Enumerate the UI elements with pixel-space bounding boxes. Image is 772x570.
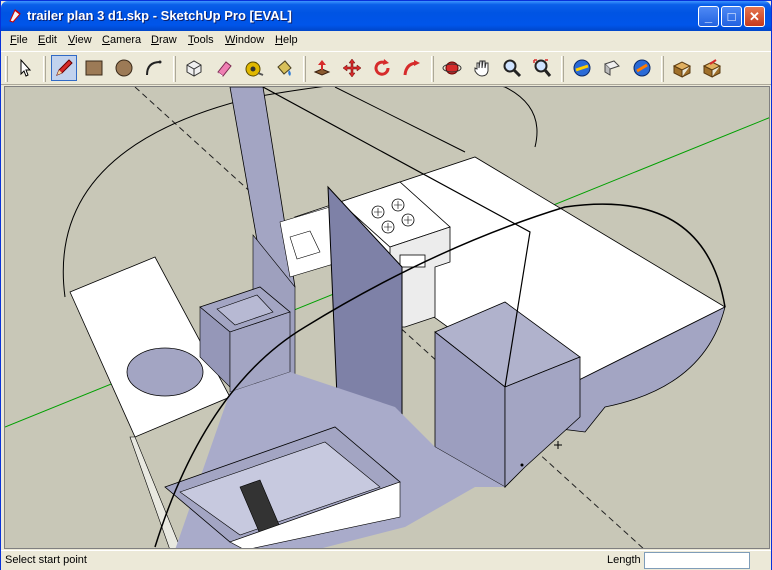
pan-button[interactable] [469,55,495,81]
menu-draw[interactable]: Draw [151,34,177,46]
menu-file[interactable]: File [10,34,28,46]
minimize-icon: _ [704,9,713,24]
model-canvas[interactable] [5,87,770,549]
get-components-button[interactable] [669,55,695,81]
measurements-input[interactable] [644,552,750,569]
close-icon: ✕ [749,9,760,24]
orbit-button[interactable] [439,55,465,81]
zoom-icon [503,59,522,78]
menu-view[interactable]: View [68,34,92,46]
roof-edge [334,87,466,153]
measurements-label: Length [607,554,641,566]
paint-bucket-button[interactable] [271,55,297,81]
pencil-line-tool-button[interactable] [51,55,77,81]
menu-bar: File Edit View Camera Draw Tools Window … [1,31,771,51]
rotate-tool-button[interactable] [369,55,395,81]
sketchup-window: trailer plan 3 d1.skp - SketchUp Pro [EV… [0,0,772,570]
extension-warehouse-button[interactable] [699,55,725,81]
orbit-icon [442,61,462,75]
toolbar-separator [173,56,176,82]
toolbar-separator [303,56,306,82]
make-component-button[interactable] [181,55,207,81]
sink-cutout [126,347,204,397]
minimize-button[interactable]: _ [698,6,719,27]
tape-measure-icon [245,61,264,77]
circle-tool-icon [115,59,133,77]
arc-tool-button[interactable] [141,55,167,81]
zoom-extents-button[interactable] [529,55,555,81]
follow-me-icon [403,60,420,76]
move-tool-icon [342,58,362,78]
get-models-button[interactable] [569,55,595,81]
drawing-viewport[interactable] [4,86,770,549]
share-model-icon [604,60,620,76]
toolbar-grip[interactable] [5,56,8,82]
main-toolbar [1,51,771,85]
tape-measure-button[interactable] [241,55,267,81]
rectangle-tool-icon [85,60,103,76]
pencil-line-tool-icon [56,59,73,76]
share-component-icon [633,59,651,77]
push-pull-icon [313,60,331,76]
toolbar-separator [661,56,664,82]
status-message: Select start point [5,554,87,566]
oven-handle [399,254,426,268]
maximize-button[interactable]: □ [721,6,742,27]
push-pull-button[interactable] [309,55,335,81]
inference-point [520,463,524,467]
paint-bucket-icon [277,60,292,76]
follow-me-button[interactable] [399,55,425,81]
select-tool-icon [20,58,32,77]
share-model-button[interactable] [599,55,625,81]
close-button[interactable]: ✕ [744,6,765,27]
crosshair-cursor-icon [554,441,562,449]
toolbar-separator [43,56,46,82]
make-component-icon [186,60,202,77]
extension-warehouse-icon [702,59,722,78]
sketchup-app-icon [9,9,21,23]
eraser-tool-icon [217,61,232,77]
zoom-button[interactable] [499,55,525,81]
maximize-icon: □ [727,9,736,24]
move-tool-button[interactable] [339,55,365,81]
pan-icon [474,60,489,77]
share-component-button[interactable] [629,55,655,81]
menu-edit[interactable]: Edit [38,34,57,46]
status-bar: Select start point Length [1,550,771,570]
menu-help[interactable]: Help [275,34,298,46]
window-title: trailer plan 3 d1.skp - SketchUp Pro [EV… [27,8,292,23]
get-models-icon [573,59,591,77]
arc-tool-icon [146,60,162,76]
toolbar-separator [431,56,434,82]
rotate-tool-icon [374,59,390,76]
circle-tool-button[interactable] [111,55,137,81]
menu-window[interactable]: Window [225,34,264,46]
title-bar[interactable]: trailer plan 3 d1.skp - SketchUp Pro [EV… [1,1,771,31]
zoom-extents-icon [533,59,552,77]
menu-camera[interactable]: Camera [102,34,141,46]
rectangle-tool-button[interactable] [81,55,107,81]
select-tool-button[interactable] [13,55,39,81]
get-components-icon [672,61,692,78]
eraser-tool-button[interactable] [211,55,237,81]
toolbar-separator [561,56,564,82]
menu-tools[interactable]: Tools [188,34,214,46]
